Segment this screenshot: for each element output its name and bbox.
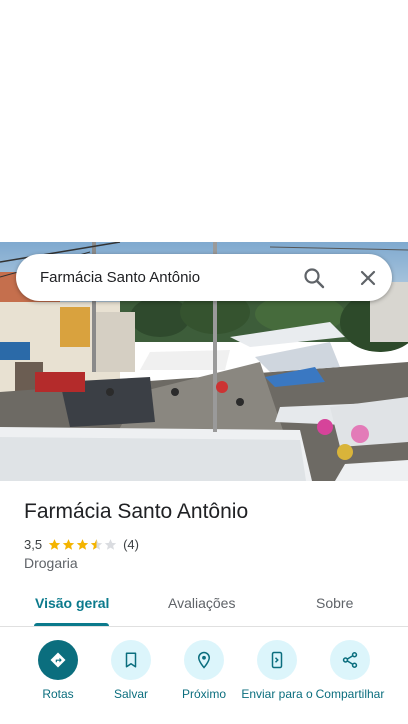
tab-bar: Visão geral Avaliações Sobre	[0, 585, 408, 627]
send-to-phone-button[interactable]: Enviar para o	[238, 640, 316, 701]
star-full-icon	[62, 538, 75, 550]
place-details-screen: Farmácia Santo Antônio Farmácia Santo An…	[0, 0, 408, 724]
nearby-icon	[197, 651, 211, 669]
directions-icon	[50, 652, 66, 668]
directions-button[interactable]: Rotas	[19, 640, 97, 701]
share-button[interactable]: Compartilhar	[311, 640, 389, 701]
tab-reviews[interactable]: Avaliações	[168, 595, 235, 611]
save-button[interactable]: Salvar	[92, 640, 170, 701]
send-to-phone-label: Enviar para o	[241, 687, 313, 701]
nearby-button[interactable]: Próximo	[165, 640, 243, 701]
star-half-icon	[90, 538, 103, 550]
place-category: Drogaria	[24, 555, 78, 571]
save-label: Salvar	[113, 687, 148, 701]
star-full-icon	[48, 538, 61, 550]
send-to-phone-icon	[271, 651, 283, 669]
share-label: Compartilhar	[315, 687, 385, 701]
share-icon	[342, 652, 358, 668]
star-full-icon	[76, 538, 89, 550]
rating-value: 3,5	[24, 536, 43, 552]
place-title: Farmácia Santo Antônio	[24, 500, 249, 523]
star-rating	[48, 538, 117, 551]
search-bar[interactable]: Farmácia Santo Antônio	[16, 254, 392, 301]
search-icon[interactable]	[302, 266, 326, 290]
active-tab-indicator	[34, 623, 109, 626]
star-empty-icon	[104, 538, 117, 550]
rating-row[interactable]: 3,5 (4)	[24, 535, 139, 553]
bookmark-icon	[125, 652, 137, 668]
review-count: (4)	[123, 536, 139, 552]
search-input[interactable]: Farmácia Santo Antônio	[40, 269, 392, 286]
close-icon[interactable]	[356, 266, 380, 290]
tab-overview[interactable]: Visão geral	[35, 595, 109, 611]
action-buttons: Rotas Salvar Próximo Enviar para o Compa…	[0, 640, 408, 724]
directions-label: Rotas	[42, 687, 74, 701]
tab-about[interactable]: Sobre	[316, 595, 353, 611]
nearby-label: Próximo	[181, 687, 226, 701]
